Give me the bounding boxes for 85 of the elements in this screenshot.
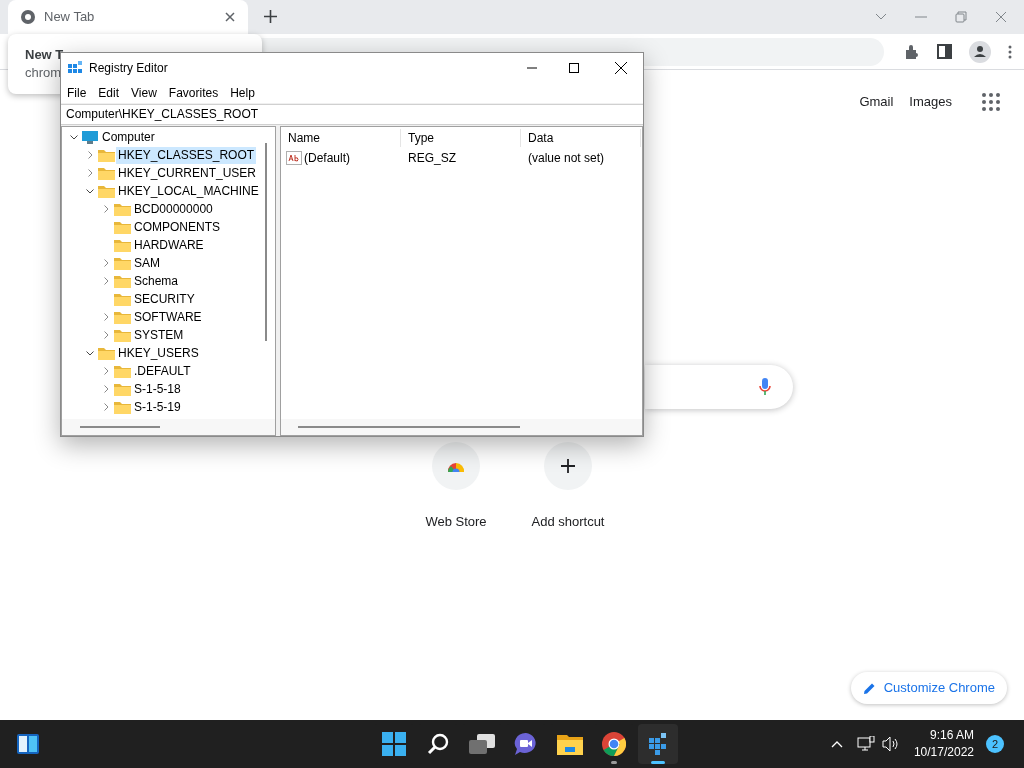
chevron-right-icon[interactable]: [87, 169, 93, 177]
chevron-down-icon[interactable]: [86, 350, 94, 356]
taskbar-regedit-button[interactable]: [638, 724, 678, 764]
new-tab-icon[interactable]: [264, 10, 277, 23]
tooltip-title: New T: [25, 46, 64, 63]
folder-icon: [114, 256, 131, 270]
close-icon[interactable]: [224, 11, 236, 23]
folder-icon: [114, 202, 131, 216]
chevron-right-icon[interactable]: [103, 403, 109, 411]
monitor-icon: [82, 130, 98, 144]
chevron-right-icon[interactable]: [103, 313, 109, 321]
chevron-right-icon[interactable]: [103, 385, 109, 393]
store-icon: [446, 460, 466, 472]
plus-icon: [561, 459, 575, 473]
more-icon[interactable]: [1008, 44, 1012, 59]
chevron-right-icon[interactable]: [103, 277, 109, 285]
pencil-icon: [862, 681, 876, 695]
menu-item[interactable]: View: [131, 84, 157, 102]
customize-chrome-button[interactable]: Customize Chrome: [850, 672, 1007, 704]
column-header[interactable]: Type: [401, 129, 521, 147]
folder-icon: [114, 292, 131, 306]
regedit-icon: [67, 60, 83, 76]
folder-icon: [114, 400, 131, 414]
chevron-right-icon[interactable]: [103, 331, 109, 339]
task-view-icon: [469, 734, 495, 754]
chevron-up-icon[interactable]: [830, 740, 843, 748]
scrollbar-thumb[interactable]: [298, 426, 520, 428]
tab-title: New Tab: [44, 8, 96, 27]
header-link[interactable]: Gmail: [859, 92, 894, 112]
clock-date[interactable]: 10/17/2022: [913, 744, 974, 761]
chat-icon: [514, 733, 538, 755]
column-header[interactable]: Data: [521, 129, 641, 147]
folder-icon: [114, 382, 131, 396]
notification-badge[interactable]: 2: [986, 735, 1004, 753]
value-data: (value not set): [527, 150, 606, 167]
folder-icon: [114, 274, 131, 288]
microphone-icon[interactable]: [759, 378, 771, 396]
chevron-down-icon[interactable]: [70, 134, 78, 140]
start-icon: [382, 732, 406, 756]
browser-tab[interactable]: New Tab: [8, 0, 248, 34]
address-field[interactable]: Computer\HKEY_CLASSES_ROOT: [61, 104, 643, 125]
search-icon: [427, 733, 449, 755]
shortcut-label: Add shortcut: [531, 513, 605, 531]
menu-item[interactable]: Help: [230, 84, 255, 102]
chevron-right-icon[interactable]: [103, 367, 109, 375]
folder-icon: [114, 238, 131, 252]
folder-icon: [557, 733, 583, 755]
folder-icon: [98, 148, 115, 162]
widgets-icon[interactable]: [17, 734, 39, 754]
folder-icon: [98, 166, 115, 180]
window-title: Registry Editor: [89, 60, 168, 77]
folder-icon: [114, 220, 131, 234]
menu-item[interactable]: Edit: [98, 84, 120, 102]
folder-icon: [98, 184, 115, 198]
string-value-icon: [286, 151, 302, 165]
clock-time[interactable]: 9:16 AM: [929, 727, 974, 744]
folder-icon: [114, 328, 131, 342]
folder-icon: [98, 346, 115, 360]
side-panel-icon[interactable]: [937, 44, 952, 59]
folder-icon: [114, 364, 131, 378]
close-icon[interactable]: [615, 62, 627, 74]
folder-icon: [114, 310, 131, 324]
scrollbar-thumb[interactable]: [80, 426, 160, 428]
chevron-right-icon[interactable]: [103, 205, 109, 213]
maximize-icon[interactable]: [569, 63, 579, 73]
tree-item[interactable]: HKEY_CLASSES_ROOT: [116, 146, 257, 164]
column-header[interactable]: Name: [281, 129, 401, 147]
scrollbar-thumb[interactable]: [265, 143, 267, 341]
profile-icon[interactable]: [969, 40, 991, 63]
network-icon[interactable]: [856, 736, 875, 752]
value-name[interactable]: (Default): [304, 149, 350, 167]
chevron-right-icon[interactable]: [103, 259, 109, 267]
shortcut-tile[interactable]: [544, 442, 592, 490]
chevron-down-icon[interactable]: [86, 188, 94, 194]
menu-item[interactable]: Favorites: [168, 84, 219, 102]
regedit-icon: [647, 732, 669, 756]
apps-grid-icon[interactable]: [982, 92, 1000, 111]
value-type: REG_SZ: [407, 150, 457, 167]
tooltip-url: chrom: [25, 64, 62, 82]
chevron-right-icon[interactable]: [87, 151, 93, 159]
header-link[interactable]: Images: [909, 92, 952, 112]
shortcut-label: Web Store: [425, 513, 487, 531]
shortcut-tile[interactable]: [432, 442, 480, 490]
volume-icon[interactable]: [881, 736, 900, 752]
menu-item[interactable]: File: [67, 84, 87, 102]
